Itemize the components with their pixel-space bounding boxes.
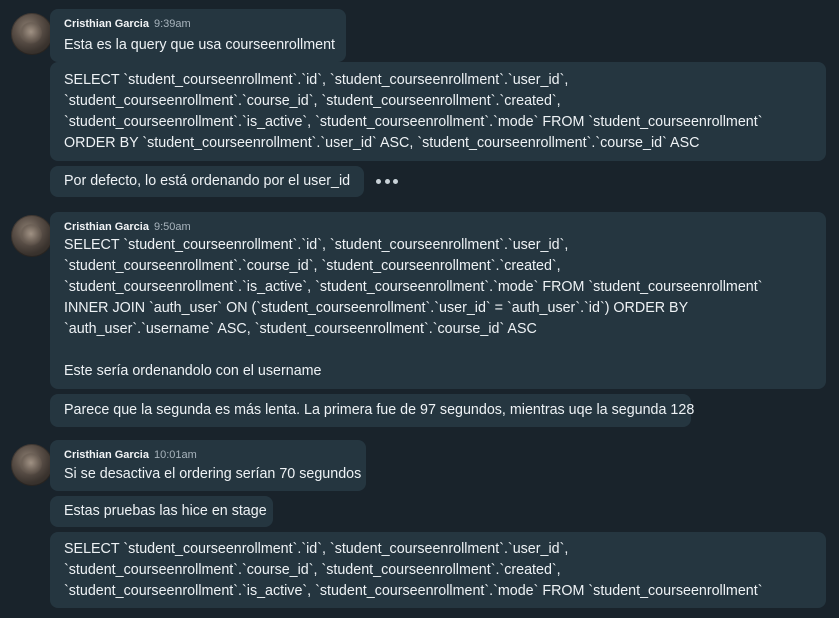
message-bubble: Parece que la segunda es más lenta. La p… <box>50 394 695 427</box>
message-text: Por defecto, lo está ordenando por el us… <box>64 173 351 189</box>
message-text: `student_courseenrollment`.`course_id`, … <box>64 562 561 578</box>
avatar[interactable] <box>11 444 53 486</box>
message-text: `student_courseenrollment`.`is_active`, … <box>64 114 763 130</box>
message-text: INNER JOIN `auth_user` ON (`student_cour… <box>64 300 689 316</box>
message-text: ORDER BY `student_courseenrollment`.`use… <box>64 135 700 151</box>
dot <box>376 178 381 184</box>
sender-name[interactable]: Cristhian Garcia <box>64 449 149 461</box>
message-text: `auth_user`.`username` ASC, `student_cou… <box>64 321 537 337</box>
more-horizontal-icon[interactable] <box>376 174 398 188</box>
message-header: Cristhian Garcia 9:50am <box>64 220 191 234</box>
message-bubble: Estas pruebas las hice en stage <box>50 496 273 527</box>
message-text: Estas pruebas las hice en stage <box>64 503 267 519</box>
message-text: Si se desactiva el ordering serían 70 se… <box>64 466 362 482</box>
message-text: Esta es la query que usa courseenrollmen… <box>64 37 335 53</box>
message-text: `student_courseenrollment`.`course_id`, … <box>64 258 561 274</box>
message-header: Cristhian Garcia 9:39am <box>64 17 191 31</box>
message-text: `student_courseenrollment`.`is_active`, … <box>64 279 763 295</box>
message-bubble: SELECT `student_courseenrollment`.`id`, … <box>50 532 826 608</box>
sender-name[interactable]: Cristhian Garcia <box>64 221 149 233</box>
message-text: Este sería ordenandolo con el username <box>64 363 322 379</box>
message-text: SELECT `student_courseenrollment`.`id`, … <box>64 541 569 557</box>
dot <box>384 178 390 184</box>
timestamp: 9:39am <box>153 18 191 30</box>
avatar[interactable] <box>11 13 53 55</box>
timestamp: 10:01am <box>153 449 197 461</box>
message-text: `student_courseenrollment`.`course_id`, … <box>64 93 561 109</box>
timestamp: 9:50am <box>153 221 191 233</box>
message-bubble: SELECT `student_courseenrollment`.`id`, … <box>50 212 826 389</box>
message-bubble: Por defecto, lo está ordenando por el us… <box>50 166 364 197</box>
message-text <box>64 340 812 361</box>
message-text: SELECT `student_courseenrollment`.`id`, … <box>64 72 569 88</box>
dot <box>393 178 398 184</box>
message-bubble: SELECT `student_courseenrollment`.`id`, … <box>50 62 826 161</box>
message-text: Parece que la segunda es más lenta. La p… <box>64 402 695 418</box>
message-text: `student_courseenrollment`.`is_active`, … <box>64 583 763 599</box>
avatar[interactable] <box>11 215 53 257</box>
sender-name[interactable]: Cristhian Garcia <box>64 18 149 30</box>
message-header: Cristhian Garcia 10:01am <box>64 448 197 462</box>
message-text: SELECT `student_courseenrollment`.`id`, … <box>64 237 569 253</box>
